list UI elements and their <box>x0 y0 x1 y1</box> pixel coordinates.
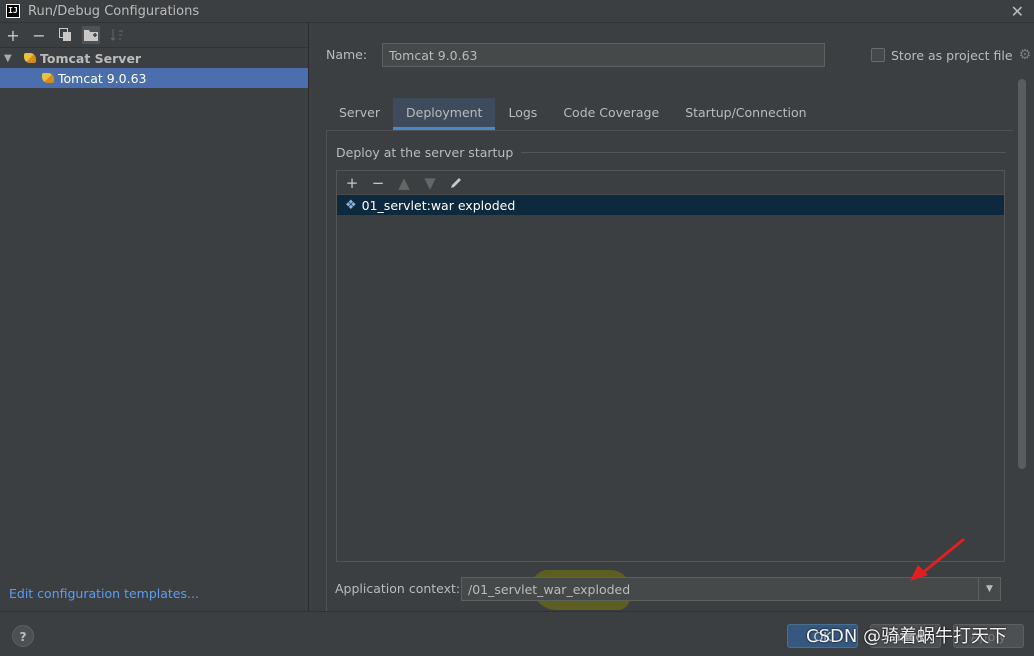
store-as-project-file[interactable]: Store as project file ⚙ <box>871 47 1031 63</box>
intellij-logo-icon: IJ <box>6 4 20 18</box>
gear-icon[interactable]: ⚙ <box>1019 47 1032 63</box>
edit-templates-link[interactable]: Edit configuration templates... <box>9 586 199 601</box>
chevron-down-icon[interactable]: ▼ <box>978 578 1000 600</box>
add-icon[interactable]: + <box>4 26 22 45</box>
artifact-list: + − ▲ ▼ ❖ 01_servlet:war exploded <box>336 170 1005 562</box>
remove-icon[interactable]: − <box>30 26 48 45</box>
store-label: Store as project file <box>891 47 1013 63</box>
tab-server[interactable]: Server <box>326 98 393 130</box>
tab-bar: Server Deployment Logs Code Coverage Sta… <box>326 98 820 130</box>
new-folder-icon[interactable] <box>82 26 100 44</box>
section-title: Deploy at the server startup <box>336 145 1006 160</box>
close-icon[interactable]: ✕ <box>1011 2 1024 21</box>
title-bar: IJ Run/Debug Configurations ✕ <box>0 0 1034 23</box>
tab-deployment[interactable]: Deployment <box>393 98 496 130</box>
annotation-arrow-icon <box>910 537 965 581</box>
window-title: Run/Debug Configurations <box>28 3 200 19</box>
sort-icon[interactable] <box>108 26 126 44</box>
list-item[interactable]: ❖ 01_servlet:war exploded <box>337 195 1004 215</box>
store-checkbox[interactable] <box>871 48 885 62</box>
artifact-toolbar: + − ▲ ▼ <box>337 171 1004 195</box>
tree-group-tomcat-server[interactable]: ▼ Tomcat Server <box>0 48 308 68</box>
tomcat-icon <box>24 53 36 63</box>
add-artifact-icon[interactable]: + <box>343 174 361 192</box>
move-up-icon[interactable]: ▲ <box>395 174 413 192</box>
help-button[interactable]: ? <box>12 625 34 647</box>
tab-logs[interactable]: Logs <box>495 98 550 130</box>
tab-code-coverage[interactable]: Code Coverage <box>550 98 672 130</box>
configuration-tree-pane: + − ▼ Tomcat Server Tomcat 9.0.63 Edit c… <box>0 23 309 611</box>
remove-artifact-icon[interactable]: − <box>369 174 387 192</box>
tomcat-icon <box>42 73 54 83</box>
divider <box>521 152 1006 153</box>
tree-item-label: Tomcat 9.0.63 <box>58 70 147 86</box>
edit-pencil-icon[interactable] <box>447 174 465 192</box>
tab-startup-connection[interactable]: Startup/Connection <box>672 98 819 130</box>
scrollbar[interactable] <box>1018 79 1026 469</box>
application-context-label: Application context: <box>335 581 461 596</box>
artifact-icon: ❖ <box>345 197 357 213</box>
chevron-down-icon[interactable]: ▼ <box>4 53 18 64</box>
name-label: Name: <box>326 47 368 62</box>
configuration-details-pane: Name: Store as project file ⚙ Server Dep… <box>310 23 1034 611</box>
artifact-label: 01_servlet:war exploded <box>361 197 516 213</box>
tree-group-label: Tomcat Server <box>40 50 142 66</box>
copy-icon[interactable] <box>56 26 74 44</box>
section-title-text: Deploy at the server startup <box>336 145 514 160</box>
move-down-icon[interactable]: ▼ <box>421 174 439 192</box>
tree-item-tomcat[interactable]: Tomcat 9.0.63 <box>0 68 308 88</box>
name-field[interactable] <box>382 43 825 67</box>
tree-toolbar: + − <box>0 23 308 48</box>
application-context-value[interactable]: /01_servlet_war_exploded <box>462 582 978 597</box>
watermark: CSDN @骑着蜗牛打天下 <box>806 626 1008 647</box>
